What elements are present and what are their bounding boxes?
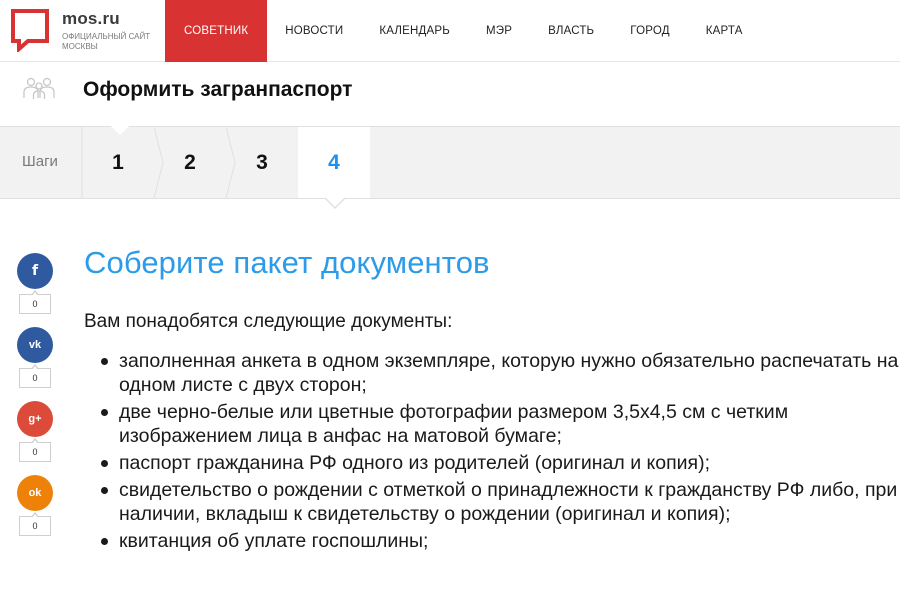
- share-count: 0: [19, 364, 51, 388]
- steps-bar: Шаги 1 2 3 4: [0, 126, 900, 209]
- title-row: Оформить загранпаспорт: [0, 62, 900, 126]
- facebook-icon[interactable]: f: [17, 253, 53, 289]
- main-content: Соберите пакет документов Вам понадобятс…: [84, 245, 900, 556]
- logo-mark-icon: [11, 9, 49, 52]
- section-title: Соберите пакет документов: [84, 245, 490, 280]
- share-count: 0: [19, 512, 51, 536]
- share-vkontakte: vk 0: [17, 327, 53, 388]
- odnoklassniki-icon[interactable]: ok: [17, 475, 53, 511]
- google-plus-glyph: g+: [28, 413, 42, 425]
- site-header: mos.ru официальный сайт москвы СОВЕТНИК …: [0, 0, 900, 62]
- step-divider: [154, 127, 164, 198]
- vk-icon[interactable]: vk: [17, 327, 53, 363]
- intro-text: Вам понадобятся следующие документы:: [84, 311, 453, 332]
- steps-label: Шаги: [22, 153, 58, 170]
- share-facebook: f 0: [17, 253, 53, 314]
- odnoklassniki-glyph: ok: [28, 487, 42, 499]
- share-count: 0: [19, 290, 51, 314]
- logo-name: mos.ru: [62, 9, 120, 28]
- step-4[interactable]: 4: [298, 127, 370, 198]
- documents-list: заполненная анкета в одном экземпляре, к…: [84, 349, 900, 553]
- step-3[interactable]: 3: [226, 127, 298, 198]
- list-item: заполненная анкета в одном экземпляре, к…: [101, 350, 899, 396]
- main-nav: СОВЕТНИК НОВОСТИ КАЛЕНДАРЬ МЭР ВЛАСТЬ ГО…: [165, 0, 761, 62]
- list-item: свидетельство о рождении с отметкой о пр…: [101, 478, 900, 526]
- list-item: две черно-белые или цветные фотографии р…: [101, 400, 900, 448]
- page-title: Оформить загранпаспорт: [83, 78, 353, 101]
- step-divider: [81, 127, 83, 198]
- nav-item-gorod[interactable]: ГОРОД: [612, 0, 687, 62]
- step-2[interactable]: 2: [154, 127, 226, 198]
- nav-item-kalendar[interactable]: КАЛЕНДАРЬ: [361, 0, 468, 62]
- people-icon: [23, 77, 55, 99]
- facebook-glyph: f: [31, 263, 39, 279]
- nav-item-karta[interactable]: КАРТА: [688, 0, 761, 62]
- vk-glyph: vk: [28, 339, 42, 351]
- nav-item-vlast[interactable]: ВЛАСТЬ: [530, 0, 612, 62]
- list-item: квитанция об уплате госпошлины;: [101, 529, 900, 553]
- logo-subtitle: официальный сайт москвы: [62, 32, 151, 51]
- social-share-sidebar: f 0 vk 0 g+ 0 ok 0: [17, 253, 53, 549]
- active-step-pointer: [326, 198, 344, 207]
- step-divider: [226, 127, 236, 198]
- list-item: паспорт гражданина РФ одного из родителе…: [101, 451, 900, 475]
- step-1[interactable]: 1: [82, 127, 154, 198]
- nav-item-mer[interactable]: МЭР: [468, 0, 530, 62]
- nav-item-sovetnik[interactable]: СОВЕТНИК: [165, 0, 268, 62]
- google-plus-icon[interactable]: g+: [17, 401, 53, 437]
- share-count: 0: [19, 438, 51, 462]
- mos-ru-logo[interactable]: mos.ru официальный сайт москвы: [10, 8, 150, 54]
- nav-item-novosti[interactable]: НОВОСТИ: [267, 0, 361, 62]
- share-google-plus: g+ 0: [17, 401, 53, 462]
- share-odnoklassniki: ok 0: [17, 475, 53, 536]
